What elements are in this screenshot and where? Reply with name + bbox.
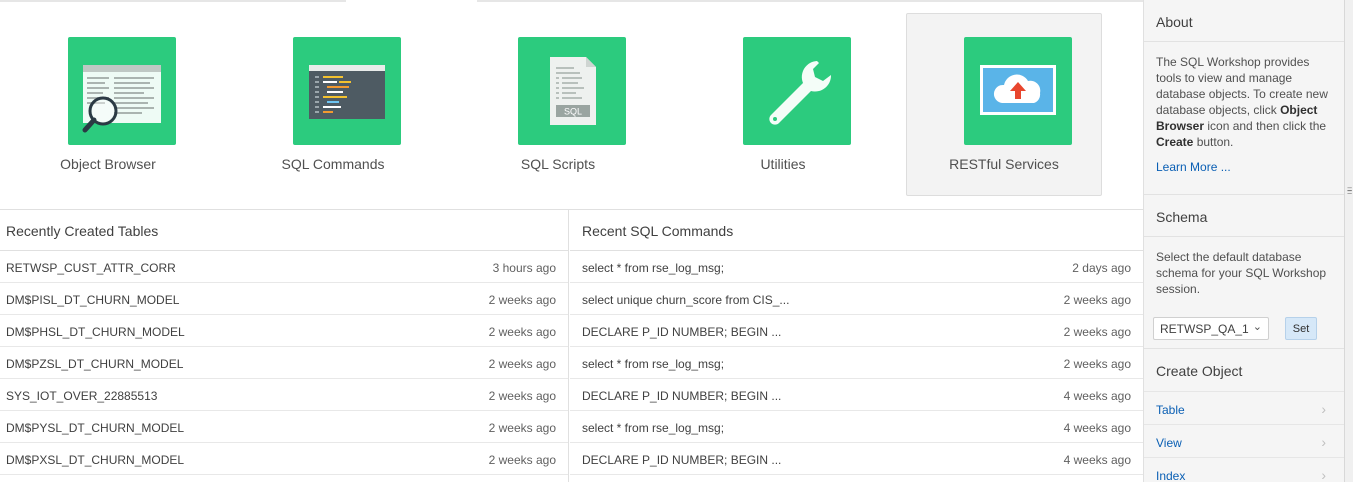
- tile-sql-scripts[interactable]: SQL SQL Scripts: [460, 13, 656, 196]
- created-time: 3 hours ago: [492, 261, 556, 275]
- table-row[interactable]: RETWSP_CUST_ATTR_CORR 3 hours ago: [0, 251, 568, 283]
- chevron-right-icon: ›: [1321, 401, 1326, 417]
- table-name[interactable]: DM$PHSL_DT_CHURN_MODEL: [6, 325, 185, 339]
- table-row[interactable]: DM$PYSL_DT_CHURN_MODEL 2 weeks ago: [0, 411, 568, 443]
- run-time: 4 weeks ago: [1063, 389, 1131, 403]
- workshop-tiles: Object Browser SQL Commands SQL SQL Scri…: [0, 0, 1143, 209]
- tile-label: SQL Commands: [281, 156, 385, 172]
- tile-label: RESTful Services: [949, 156, 1059, 172]
- right-sidebar: About The SQL Workshop provides tools to…: [1143, 0, 1344, 482]
- cloud-upload-icon: [964, 37, 1072, 145]
- recent-sql-title: Recent SQL Commands: [570, 210, 1143, 251]
- created-time: 2 weeks ago: [488, 357, 556, 371]
- run-time: 4 weeks ago: [1063, 453, 1131, 467]
- recent-tables-panel: Recently Created Tables RETWSP_CUST_ATTR…: [0, 210, 569, 482]
- sql-row[interactable]: select * from rse_log_msg; 2 days ago: [570, 251, 1143, 283]
- learn-more-link[interactable]: Learn More ...: [1156, 150, 1334, 175]
- create-item-label: Table: [1156, 403, 1185, 417]
- create-table-link[interactable]: Table ›: [1144, 391, 1344, 424]
- scroll-grip-icon: = =: [1347, 184, 1353, 197]
- schema-controls: RETWSP_QA_1 ⌄ Set: [1153, 317, 1343, 341]
- about-title: About: [1144, 0, 1344, 42]
- create-object-title: Create Object: [1156, 363, 1243, 379]
- about-text: The SQL Workshop provides tools to view …: [1144, 42, 1344, 174]
- sql-scripts-icon: SQL: [518, 37, 626, 145]
- vertical-scrollbar[interactable]: = =: [1344, 0, 1353, 482]
- sql-text[interactable]: DECLARE P_ID NUMBER; BEGIN ...: [582, 453, 781, 467]
- schema-select[interactable]: RETWSP_QA_1 ⌄: [1153, 317, 1269, 340]
- table-name[interactable]: SYS_IOT_OVER_22885513: [6, 389, 157, 403]
- sql-row[interactable]: DECLARE P_ID NUMBER; BEGIN ... 4 weeks ag…: [570, 379, 1143, 411]
- run-time: 2 weeks ago: [1063, 293, 1131, 307]
- created-time: 2 weeks ago: [488, 293, 556, 307]
- tile-restful-services[interactable]: RESTful Services: [906, 13, 1102, 196]
- sql-badge-text: SQL: [564, 107, 582, 117]
- table-name[interactable]: DM$PZSL_DT_CHURN_MODEL: [6, 357, 183, 371]
- object-browser-icon: [68, 37, 176, 145]
- tile-object-browser[interactable]: Object Browser: [10, 13, 206, 196]
- table-row[interactable]: SYS_IOT_OVER_22885513 2 weeks ago: [0, 379, 568, 411]
- schema-select-value: RETWSP_QA_1: [1160, 322, 1249, 336]
- wrench-icon: [743, 37, 851, 145]
- about-text-part: icon and then click the: [1204, 119, 1327, 133]
- sql-text[interactable]: select * from rse_log_msg;: [582, 357, 724, 371]
- sql-row[interactable]: select * from rse_log_msg; 4 weeks ago: [570, 411, 1143, 443]
- create-item-label: Index: [1156, 469, 1186, 482]
- recent-tables-title: Recently Created Tables: [0, 210, 568, 251]
- table-row[interactable]: DM$PXSL_DT_CHURN_MODEL 2 weeks ago: [0, 443, 568, 475]
- chevron-down-icon: ⌄: [1252, 321, 1262, 333]
- sql-text[interactable]: DECLARE P_ID NUMBER; BEGIN ...: [582, 389, 781, 403]
- created-time: 2 weeks ago: [488, 453, 556, 467]
- created-time: 2 weeks ago: [488, 389, 556, 403]
- table-name[interactable]: DM$PISL_DT_CHURN_MODEL: [6, 293, 179, 307]
- chevron-right-icon: ›: [1321, 467, 1326, 482]
- schema-title: Schema: [1144, 195, 1344, 237]
- tile-utilities[interactable]: Utilities: [685, 13, 881, 196]
- set-button[interactable]: Set: [1285, 317, 1317, 340]
- create-item-label: View: [1156, 436, 1182, 450]
- table-row[interactable]: DM$PISL_DT_CHURN_MODEL 2 weeks ago: [0, 283, 568, 315]
- table-row[interactable]: DM$PHSL_DT_CHURN_MODEL 2 weeks ago: [0, 315, 568, 347]
- table-name[interactable]: DM$PYSL_DT_CHURN_MODEL: [6, 421, 184, 435]
- sql-row[interactable]: select * from rse_log_msg; 2 weeks ago: [570, 347, 1143, 379]
- table-name[interactable]: DM$PXSL_DT_CHURN_MODEL: [6, 453, 184, 467]
- tile-sql-commands[interactable]: SQL Commands: [235, 13, 431, 196]
- sql-text[interactable]: DECLARE P_ID NUMBER; BEGIN ...: [582, 325, 781, 339]
- sql-row[interactable]: DECLARE P_ID NUMBER; BEGIN ... 2 weeks ag…: [570, 315, 1143, 347]
- table-name[interactable]: RETWSP_CUST_ATTR_CORR: [6, 261, 176, 275]
- chevron-right-icon: ›: [1321, 434, 1326, 450]
- sql-text[interactable]: select * from rse_log_msg;: [582, 421, 724, 435]
- create-index-link[interactable]: Index ›: [1144, 457, 1344, 482]
- run-time: 4 weeks ago: [1063, 421, 1131, 435]
- sql-text[interactable]: select * from rse_log_msg;: [582, 261, 724, 275]
- about-bold-create: Create: [1156, 135, 1194, 149]
- sql-text[interactable]: select unique churn_score from CIS_...: [582, 293, 789, 307]
- tile-label: Utilities: [760, 156, 806, 172]
- schema-text: Select the default database schema for y…: [1156, 250, 1327, 296]
- run-time: 2 weeks ago: [1063, 325, 1131, 339]
- tile-label: SQL Scripts: [520, 156, 596, 172]
- about-text-part: button.: [1193, 135, 1234, 149]
- run-time: 2 days ago: [1072, 261, 1131, 275]
- recent-sql-panel: Recent SQL Commands select * from rse_lo…: [570, 210, 1143, 482]
- sql-commands-icon: [293, 37, 401, 145]
- create-view-link[interactable]: View ›: [1144, 424, 1344, 457]
- tile-label: Object Browser: [60, 156, 156, 172]
- created-time: 2 weeks ago: [488, 325, 556, 339]
- sql-row[interactable]: DECLARE P_ID NUMBER; BEGIN ... 4 weeks ag…: [570, 443, 1143, 475]
- created-time: 2 weeks ago: [488, 421, 556, 435]
- run-time: 2 weeks ago: [1063, 357, 1131, 371]
- sql-row[interactable]: select unique churn_score from CIS_... 2 …: [570, 283, 1143, 315]
- table-row[interactable]: DM$PZSL_DT_CHURN_MODEL 2 weeks ago: [0, 347, 568, 379]
